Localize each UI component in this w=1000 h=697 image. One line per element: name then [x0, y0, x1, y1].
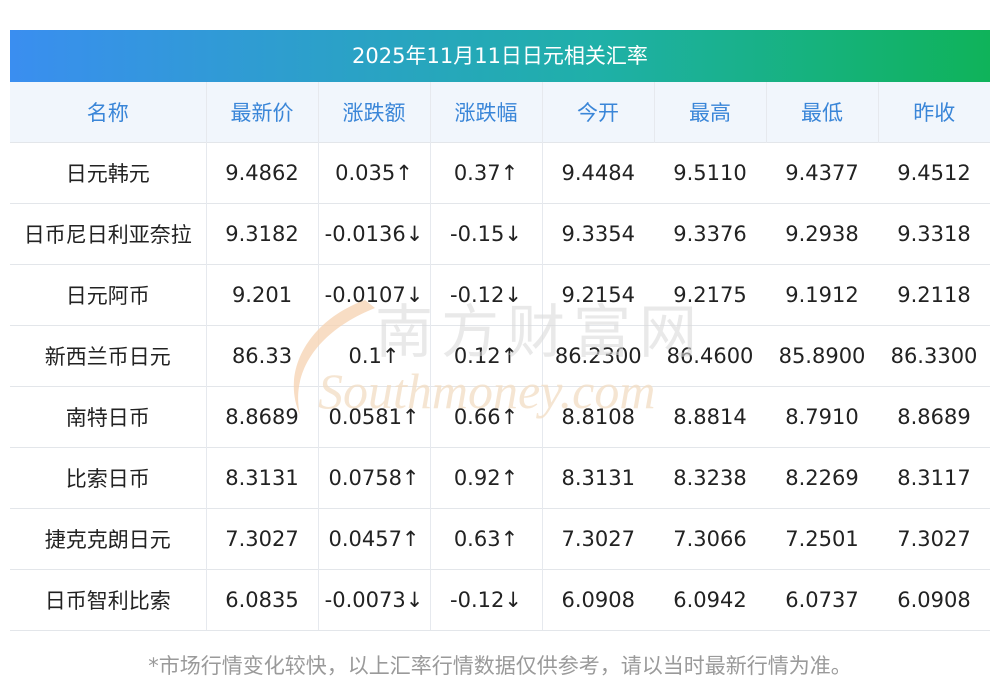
rates-table: 名称 最新价 涨跌额 涨跌幅 今开 最高 最低 昨收 日元韩元 9.4862 0.0…	[10, 82, 990, 631]
cell-high: 6.0942	[654, 569, 766, 631]
cell-change: 0.035↑	[318, 142, 431, 204]
cell-change: 0.0758↑	[318, 447, 431, 509]
cell-high: 9.5110	[654, 142, 766, 204]
cell-pct: 0.37↑	[430, 142, 543, 204]
cell-open: 9.3354	[542, 203, 654, 265]
cell-pct: 0.12↑	[430, 325, 543, 387]
cell-prev: 6.0908	[878, 569, 990, 631]
cell-change: -0.0136↓	[318, 203, 431, 265]
cell-pct: -0.12↓	[430, 264, 543, 326]
cell-low: 8.7910	[766, 386, 878, 448]
table-row: 捷克克朗日元 7.3027 0.0457↑ 0.63↑ 7.3027 7.3066 7.25…	[10, 508, 990, 570]
cell-prev: 7.3027	[878, 508, 990, 570]
cell-name: 比索日币	[10, 447, 207, 509]
cell-name: 日币尼日利亚奈拉	[10, 203, 207, 265]
cell-low: 6.0737	[766, 569, 878, 631]
header-change: 涨跌额	[318, 82, 431, 143]
cell-latest: 8.3131	[206, 447, 319, 509]
cell-prev: 9.3318	[878, 203, 990, 265]
header-open: 今开	[542, 82, 655, 143]
cell-high: 8.3238	[654, 447, 766, 509]
cell-open: 8.8108	[542, 386, 654, 448]
cell-prev: 9.4512	[878, 142, 990, 204]
cell-latest: 8.8689	[206, 386, 319, 448]
cell-name: 新西兰币日元	[10, 325, 207, 387]
cell-low: 9.1912	[766, 264, 878, 326]
table-row: 日元韩元 9.4862 0.035↑ 0.37↑ 9.4484 9.5110 9.4377 9…	[10, 142, 990, 204]
cell-latest: 6.0835	[206, 569, 319, 631]
cell-latest: 9.3182	[206, 203, 319, 265]
table-row: 日币智利比索 6.0835 -0.0073↓ -0.12↓ 6.0908 6.0942 6.…	[10, 569, 990, 631]
cell-name: 日币智利比索	[10, 569, 207, 631]
cell-prev: 9.2118	[878, 264, 990, 326]
cell-latest: 9.4862	[206, 142, 319, 204]
header-high: 最高	[654, 82, 767, 143]
cell-name: 日元韩元	[10, 142, 207, 204]
cell-low: 9.4377	[766, 142, 878, 204]
cell-open: 8.3131	[542, 447, 654, 509]
cell-change: -0.0073↓	[318, 569, 431, 631]
cell-change: 0.0457↑	[318, 508, 431, 570]
disclaimer-footnote: *市场行情变化较快，以上汇率行情数据仅供参考，请以当时最新行情为准。	[148, 654, 852, 678]
table-row: 比索日币 8.3131 0.0758↑ 0.92↑ 8.3131 8.3238 8.2269…	[10, 447, 990, 509]
cell-high: 86.4600	[654, 325, 766, 387]
table-body: 日元韩元 9.4862 0.035↑ 0.37↑ 9.4484 9.5110 9.4377 9…	[10, 142, 990, 631]
cell-low: 85.8900	[766, 325, 878, 387]
cell-high: 9.2175	[654, 264, 766, 326]
cell-open: 86.2300	[542, 325, 654, 387]
cell-latest: 86.33	[206, 325, 319, 387]
header-pct: 涨跌幅	[430, 82, 543, 143]
header-latest: 最新价	[206, 82, 319, 143]
cell-low: 7.2501	[766, 508, 878, 570]
cell-name: 南特日币	[10, 386, 207, 448]
cell-open: 9.4484	[542, 142, 654, 204]
cell-prev: 8.3117	[878, 447, 990, 509]
table-row: 日币尼日利亚奈拉 9.3182 -0.0136↓ -0.15↓ 9.3354 9.3376…	[10, 203, 990, 265]
cell-prev: 86.3300	[878, 325, 990, 387]
cell-pct: -0.12↓	[430, 569, 543, 631]
cell-low: 8.2269	[766, 447, 878, 509]
cell-pct: 0.63↑	[430, 508, 543, 570]
header-name: 名称	[10, 82, 207, 143]
cell-prev: 8.8689	[878, 386, 990, 448]
table-header-row: 名称 最新价 涨跌额 涨跌幅 今开 最高 最低 昨收	[10, 82, 990, 143]
table-row: 日元阿币 9.201 -0.0107↓ -0.12↓ 9.2154 9.2175 9.191…	[10, 264, 990, 326]
cell-change: -0.0107↓	[318, 264, 431, 326]
cell-pct: 0.92↑	[430, 447, 543, 509]
cell-high: 8.8814	[654, 386, 766, 448]
page-title: 2025年11月11日日元相关汇率	[10, 30, 990, 82]
page: 2025年11月11日日元相关汇率 名称 最新价 涨跌额 涨跌幅 今开 最高 最…	[0, 0, 1000, 697]
cell-latest: 7.3027	[206, 508, 319, 570]
table-row: 新西兰币日元 86.33 0.1↑ 0.12↑ 86.2300 86.4600 85.890…	[10, 325, 990, 387]
cell-open: 7.3027	[542, 508, 654, 570]
cell-low: 9.2938	[766, 203, 878, 265]
cell-high: 7.3066	[654, 508, 766, 570]
cell-latest: 9.201	[206, 264, 319, 326]
cell-open: 6.0908	[542, 569, 654, 631]
cell-change: 0.1↑	[318, 325, 431, 387]
cell-pct: -0.15↓	[430, 203, 543, 265]
cell-name: 捷克克朗日元	[10, 508, 207, 570]
cell-pct: 0.66↑	[430, 386, 543, 448]
cell-change: 0.0581↑	[318, 386, 431, 448]
header-low: 最低	[766, 82, 879, 143]
table-row: 南特日币 8.8689 0.0581↑ 0.66↑ 8.8108 8.8814 8.7910…	[10, 386, 990, 448]
cell-open: 9.2154	[542, 264, 654, 326]
cell-name: 日元阿币	[10, 264, 207, 326]
header-prev: 昨收	[878, 82, 990, 143]
cell-high: 9.3376	[654, 203, 766, 265]
